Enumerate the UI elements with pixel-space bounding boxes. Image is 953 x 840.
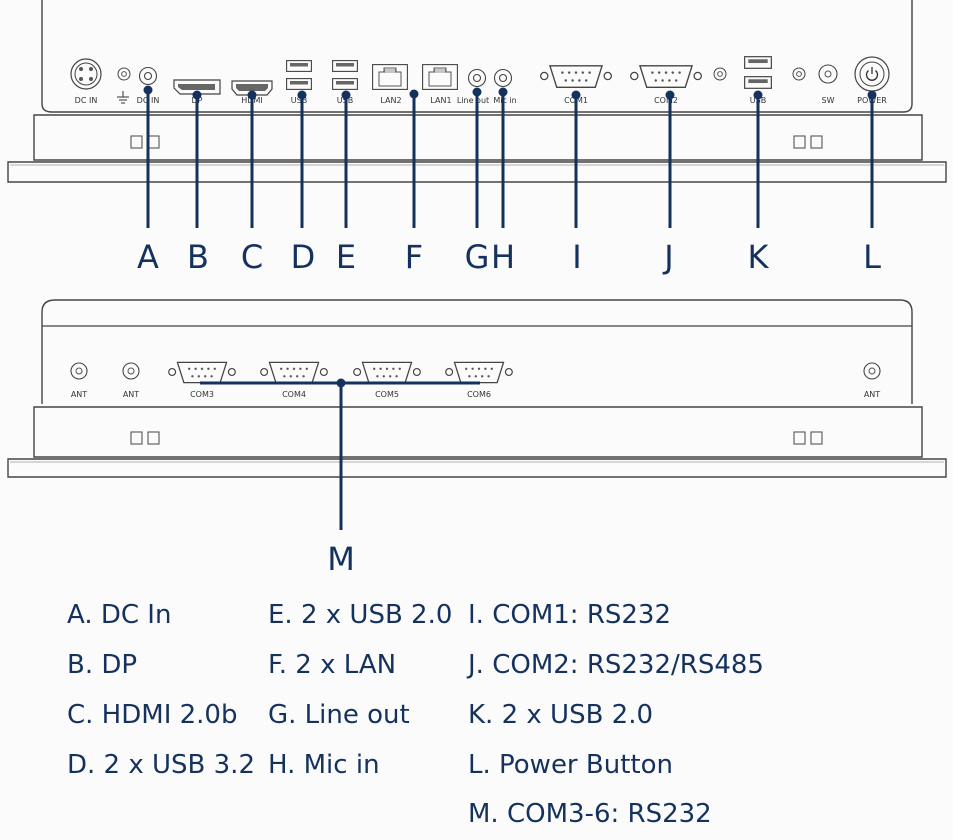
ant-3-label: ANT	[864, 390, 880, 399]
legend-com1: I. COM1: RS232	[468, 600, 672, 630]
legend-usb20-k: K. 2 x USB 2.0	[468, 700, 654, 730]
callout-i: I	[572, 238, 581, 276]
power-button	[854, 56, 890, 92]
legend-lan: F. 2 x LAN	[268, 650, 397, 680]
callout-k: K	[748, 238, 770, 276]
top-callout-letters: A B C D E F G H I J K L	[137, 238, 881, 276]
ant-2-label: ANT	[123, 390, 139, 399]
com6-label: COM6	[467, 390, 491, 399]
bottom-rear-housing	[41, 299, 913, 404]
com3-label: COM3	[190, 390, 214, 399]
legend-hdmi: C. HDMI 2.0b	[67, 700, 238, 730]
legend-usb20-e: E. 2 x USB 2.0	[268, 600, 453, 630]
dc-in-label: DC IN	[75, 96, 98, 105]
callout-l: L	[863, 238, 881, 276]
callout-c: C	[241, 238, 263, 276]
lan1-label: LAN1	[430, 96, 451, 105]
mic-in-label: Mic in	[493, 96, 516, 105]
com4-label: COM4	[282, 390, 306, 399]
line-out-label: Line out	[457, 96, 489, 105]
callout-m: M	[327, 540, 355, 578]
ant-1-label: ANT	[71, 390, 87, 399]
legend-dp: B. DP	[67, 650, 138, 680]
sw-label: SW	[822, 96, 835, 105]
com2-label: COM2	[654, 96, 678, 105]
callout-e: E	[336, 238, 356, 276]
legend-usb32: D. 2 x USB 3.2	[67, 750, 255, 780]
callout-g: G	[465, 238, 490, 276]
legend-mic-in: H. Mic in	[268, 750, 380, 780]
callout-f: F	[405, 238, 423, 276]
callout-d: D	[291, 238, 316, 276]
com5-label: COM5	[375, 390, 399, 399]
callout-h: H	[491, 238, 515, 276]
lan2-label: LAN2	[380, 96, 401, 105]
callout-j: J	[662, 238, 673, 276]
legend-line-out: G. Line out	[268, 700, 410, 730]
bottom-panel: ANT ANT COM3 COM4 COM5 COM6 ANT	[7, 299, 947, 478]
legend-dc-in: A. DC In	[67, 600, 172, 630]
callout-b: B	[187, 238, 209, 276]
legend-com3-6: M. COM3-6: RS232	[468, 799, 712, 829]
legend-power-button: L. Power Button	[468, 750, 673, 780]
bottom-bezel-frame	[33, 406, 923, 458]
legend-com2: J. COM2: RS232/RS485	[468, 650, 764, 680]
callout-a: A	[137, 238, 159, 276]
